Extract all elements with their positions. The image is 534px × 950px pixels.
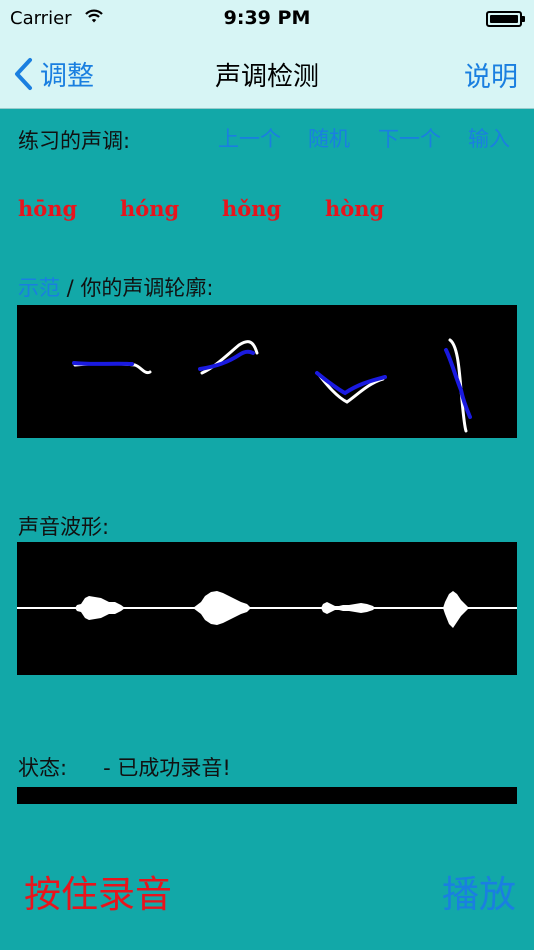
contour-label: 示范 / 你的声调轮廓: <box>18 272 214 302</box>
play-button[interactable]: 播放 <box>442 864 516 918</box>
syllable-tone-2: hóng <box>120 196 180 221</box>
battery-icon <box>486 11 525 27</box>
tone-selector-toolbar: 上一个 随机 下一个 输入 <box>218 123 518 153</box>
previous-button[interactable]: 上一个 <box>218 123 281 153</box>
waveform-burst-3 <box>321 602 375 614</box>
recording-progress-bar <box>17 787 517 804</box>
status-label: 状态: <box>18 756 68 780</box>
random-button[interactable]: 随机 <box>308 123 350 153</box>
clock: 9:39 PM <box>223 7 311 29</box>
demo-link[interactable]: 示范 <box>18 276 60 300</box>
syllable-tone-4: hòng <box>325 196 385 221</box>
waveform-burst-1 <box>75 596 125 620</box>
syllable-tone-3: hǒng <box>222 196 282 221</box>
navigation-bar: 调整 声调检测 说明 <box>0 40 534 109</box>
next-button[interactable]: 下一个 <box>378 123 441 153</box>
waveform-label: 声音波形: <box>18 515 110 539</box>
status-row: 状态: - 已成功录音! <box>18 752 231 782</box>
waveform-panel <box>17 542 517 675</box>
status-value: - 已成功录音! <box>103 756 231 780</box>
tone-contour-panel <box>17 305 517 438</box>
input-button[interactable]: 输入 <box>468 123 510 153</box>
contour-separator: / <box>60 276 81 300</box>
waveform-burst-2 <box>193 591 251 625</box>
your-contour-label: 你的声调轮廓: <box>80 276 214 300</box>
hold-to-record-button[interactable]: 按住录音 <box>24 864 172 918</box>
practice-tone-label: 练习的声调: <box>18 129 131 153</box>
user-contour-tone-1 <box>72 361 134 366</box>
page-title: 声调检测 <box>214 62 319 92</box>
recording-progress-fill <box>17 787 517 804</box>
help-button[interactable]: 说明 <box>464 55 518 94</box>
waveform-burst-4 <box>443 591 469 628</box>
status-bar: Carrier 9:39 PM <box>0 0 534 40</box>
syllable-tone-1: hōng <box>18 196 78 221</box>
